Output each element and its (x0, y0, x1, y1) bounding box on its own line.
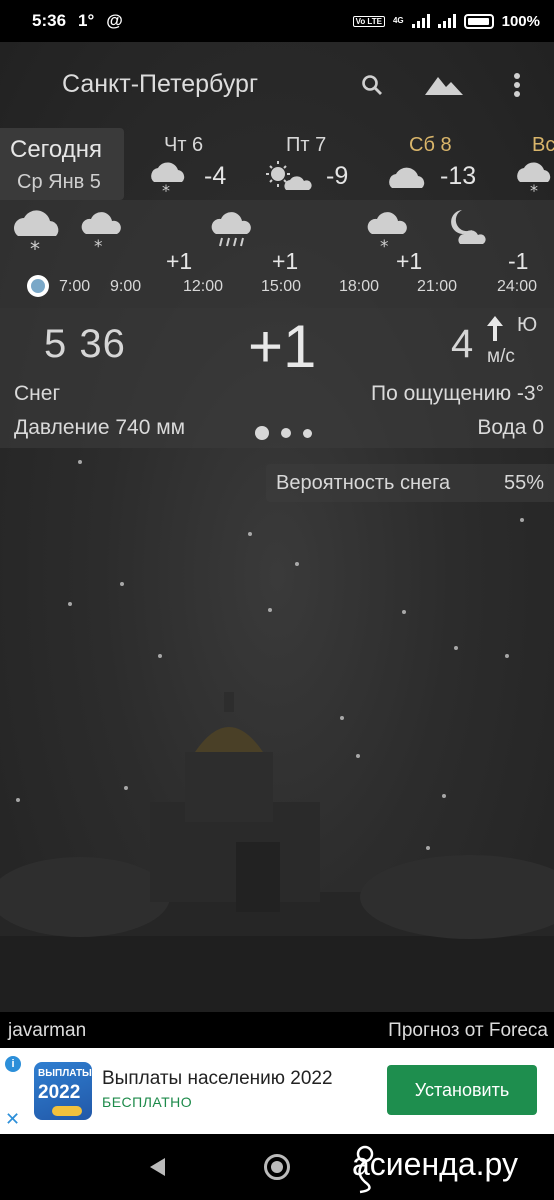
daily-forecast-strip[interactable]: Сегодня Ср Янв 5 Чт 6 * -4 Пт 7 -9 Сб 8 (0, 128, 554, 200)
status-temp: 1° (78, 11, 95, 30)
hourly-time: 15:00 (261, 278, 302, 295)
day-tab-thu[interactable]: Чт 6 * -4 (146, 128, 246, 200)
coins-icon (52, 1106, 82, 1116)
snow-probability-value: 55% (503, 472, 544, 494)
today-date: Ср Янв 5 (17, 171, 101, 193)
cloud-rain-icon (211, 212, 251, 247)
day-tab-today[interactable]: Сегодня Ср Янв 5 (0, 128, 124, 200)
volte-icon: Vo LTE (352, 15, 385, 27)
hourly-temp: +1 (272, 248, 299, 274)
cloud-snow-icon: * (517, 162, 551, 198)
ad-subtitle: БЕСПЛАТНО (102, 1094, 193, 1110)
sun-cloud-icon (266, 161, 312, 190)
page-indicator[interactable] (255, 426, 312, 440)
day-tab-fri[interactable]: Пт 7 -9 (266, 128, 366, 200)
snow-probability-label: Вероятность снега (276, 472, 451, 494)
current-conditions-card[interactable]: 5 36 +1 4 Ю м/с Снег По ощущению -3° Дав… (0, 308, 554, 448)
hourly-time: 7:00 (59, 278, 91, 295)
water-temp: Вода 0 (477, 416, 544, 439)
day-temp: -4 (204, 162, 227, 190)
wind-direction-arrow-icon (486, 314, 504, 349)
watermark-text: асиенда.ру (352, 1146, 518, 1182)
day-temp: -13 (440, 162, 477, 190)
hourly-time: 9:00 (110, 278, 142, 295)
svg-text:*: * (94, 237, 103, 252)
hourly-time: 12:00 (183, 278, 224, 295)
landscape-icon[interactable] (424, 68, 464, 102)
info-icon[interactable]: i (5, 1056, 21, 1072)
hourly-time: 24:00 (497, 278, 538, 295)
current-clock: 5 36 (44, 322, 126, 366)
wind-unit: м/с (487, 346, 515, 367)
hourly-forecast[interactable]: * * * +1 +1 +1 -1 7:00 9:00 12:00 15:00 … (0, 200, 554, 308)
day-temp: -9 (326, 162, 349, 190)
ad-icon-year: 2022 (38, 1082, 81, 1103)
day-label: Вс (532, 134, 554, 156)
weather-app: Санкт-Петербург Сегодня Ср Янв 5 Чт 6 * … (0, 42, 554, 1012)
close-icon[interactable]: ✕ (5, 1110, 20, 1128)
cloud-snow-icon: * (81, 212, 121, 252)
day-label: Пт 7 (286, 134, 327, 156)
hourly-temp: -1 (508, 248, 529, 274)
signal-icon (411, 14, 430, 28)
hourly-temp: +1 (396, 248, 423, 274)
ad-icon-text: ВЫПЛАТЫ (38, 1068, 92, 1079)
back-icon[interactable] (150, 1158, 165, 1176)
day-label: Сб 8 (409, 134, 452, 156)
snow-probability-badge: Вероятность снега 55% (266, 464, 554, 502)
svg-text:*: * (530, 181, 538, 198)
cloud-snow-icon: * (151, 162, 185, 198)
cathedral-silhouette (0, 692, 554, 1012)
day-tab-sat[interactable]: Сб 8 -13 (384, 128, 494, 200)
more-vert-icon[interactable] (500, 68, 534, 102)
cloud-snow-icon: * (13, 210, 59, 256)
day-label: Чт 6 (164, 134, 204, 156)
feels-like: По ощущению -3° (370, 382, 544, 405)
status-time: 5:36 (32, 11, 67, 30)
svg-text:*: * (30, 237, 40, 256)
at-icon: @ (106, 11, 123, 30)
moon-cloud-icon (451, 210, 486, 244)
system-navigation-bar: асиенда.ру (0, 1134, 554, 1200)
photo-author[interactable]: javarman (8, 1020, 86, 1042)
wind-speed: 4 (451, 322, 474, 366)
hourly-time: 21:00 (417, 278, 458, 295)
search-icon[interactable] (355, 68, 389, 102)
ad-banner[interactable]: i ✕ ВЫПЛАТЫ 2022 Выплаты населению 2022 … (0, 1048, 554, 1134)
city-title[interactable]: Санкт-Петербург (62, 70, 258, 99)
svg-text:*: * (380, 237, 389, 252)
day-tab-sun[interactable]: Вс * (514, 128, 554, 200)
toolbar: Санкт-Петербург (0, 42, 554, 128)
current-time-indicator (27, 275, 49, 297)
ad-app-icon[interactable]: ВЫПЛАТЫ 2022 (34, 1062, 92, 1120)
battery-level: 100% (501, 12, 540, 30)
network-type: 4G (392, 16, 404, 25)
pressure: Давление 740 мм (14, 416, 186, 439)
hourly-time: 18:00 (339, 278, 380, 295)
ad-title[interactable]: Выплаты населению 2022 (102, 1068, 333, 1090)
today-label: Сегодня (10, 136, 102, 163)
hourly-temp: +1 (166, 248, 193, 274)
forecast-provider[interactable]: Прогноз от Foreca (388, 1020, 548, 1042)
wind-direction: Ю (517, 314, 538, 336)
install-button[interactable]: Установить (387, 1065, 537, 1115)
cloud-snow-icon: * (367, 212, 407, 252)
condition-text: Снег (14, 382, 61, 405)
signal-icon-2 (437, 14, 456, 28)
battery-icon (463, 13, 494, 29)
credits-bar: javarman Прогноз от Foreca (0, 1012, 554, 1048)
status-bar: 5:36 1° @ Vo LTE 4G 100% (0, 0, 554, 42)
home-icon[interactable] (264, 1154, 290, 1180)
current-temperature: +1 (248, 313, 317, 380)
cloud-icon (389, 167, 425, 188)
svg-text:*: * (162, 181, 170, 198)
